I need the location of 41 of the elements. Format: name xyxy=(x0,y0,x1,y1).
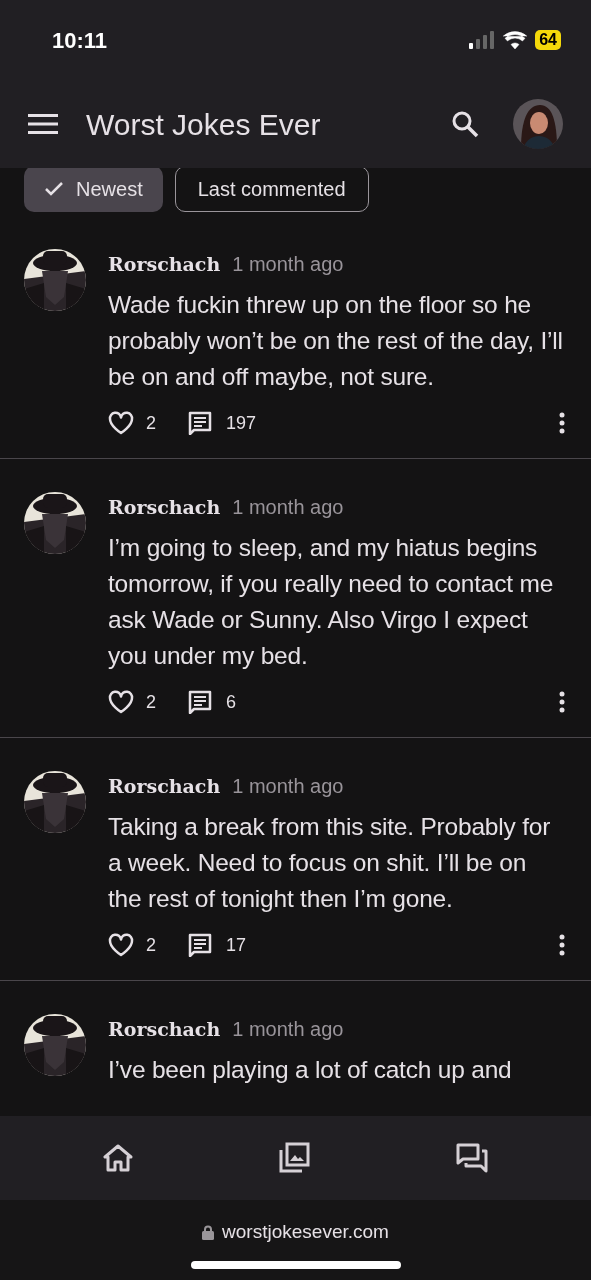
battery-level: 64 xyxy=(535,30,561,50)
post-text: I’m going to sleep, and my hiatus begins tomorrow, if you really need to contact me ask Wade or Sunny. Also Virgo I expect you under my bed. xyxy=(108,533,555,671)
chat-icon[interactable] xyxy=(456,1143,489,1173)
heart-icon[interactable] xyxy=(108,411,134,435)
comment-icon[interactable] xyxy=(188,690,212,714)
more-icon[interactable] xyxy=(559,691,565,713)
post-text: I’ve been playing a lot of catch up and xyxy=(108,1055,513,1085)
lock-icon xyxy=(202,1224,215,1240)
author-name[interactable]: Rorschach xyxy=(108,493,221,522)
post-time: 1 month ago xyxy=(232,1017,344,1042)
author-name[interactable]: Rorschach xyxy=(108,772,221,801)
more-icon[interactable] xyxy=(559,934,565,956)
post-time: 1 month ago xyxy=(232,495,344,520)
post-time: 1 month ago xyxy=(232,774,344,799)
post-text: Taking a break from this site. Probably for a week. Need to focus on shit. I’ll be on the rest of tonight then I’m gone. xyxy=(108,812,552,914)
like-count: 2 xyxy=(146,411,156,435)
filter-chip[interactable]: Newest xyxy=(24,168,163,212)
comment-count: 197 xyxy=(226,411,258,435)
comment-count: 17 xyxy=(226,933,248,957)
home-icon[interactable] xyxy=(102,1144,133,1172)
author-name[interactable]: Rorschach xyxy=(108,250,221,279)
like-count: 2 xyxy=(146,933,156,957)
check-icon xyxy=(44,181,64,197)
comment-icon[interactable] xyxy=(188,933,212,957)
signal-icon xyxy=(469,31,496,49)
heart-icon[interactable] xyxy=(108,933,134,957)
post-time: 1 month ago xyxy=(232,252,344,277)
url-text[interactable]: worstjokesever.com xyxy=(222,1218,389,1247)
comment-icon[interactable] xyxy=(188,411,212,435)
post-text: Wade fuckin threw up on the floor so he probably won’t be on the rest of the day, I’ll be on and off maybe, not sure. xyxy=(108,290,564,392)
more-icon[interactable] xyxy=(559,412,565,434)
heart-icon[interactable] xyxy=(108,690,134,714)
status-time: 10:11 xyxy=(52,26,108,55)
wifi-icon xyxy=(503,31,528,49)
menu-icon[interactable] xyxy=(28,113,58,135)
app-title: Worst Jokes Ever xyxy=(86,106,322,143)
comment-count: 6 xyxy=(226,690,238,714)
gallery-icon[interactable] xyxy=(278,1142,311,1174)
author-name[interactable]: Rorschach xyxy=(108,1015,221,1044)
like-count: 2 xyxy=(146,690,156,714)
search-icon[interactable] xyxy=(451,110,479,138)
